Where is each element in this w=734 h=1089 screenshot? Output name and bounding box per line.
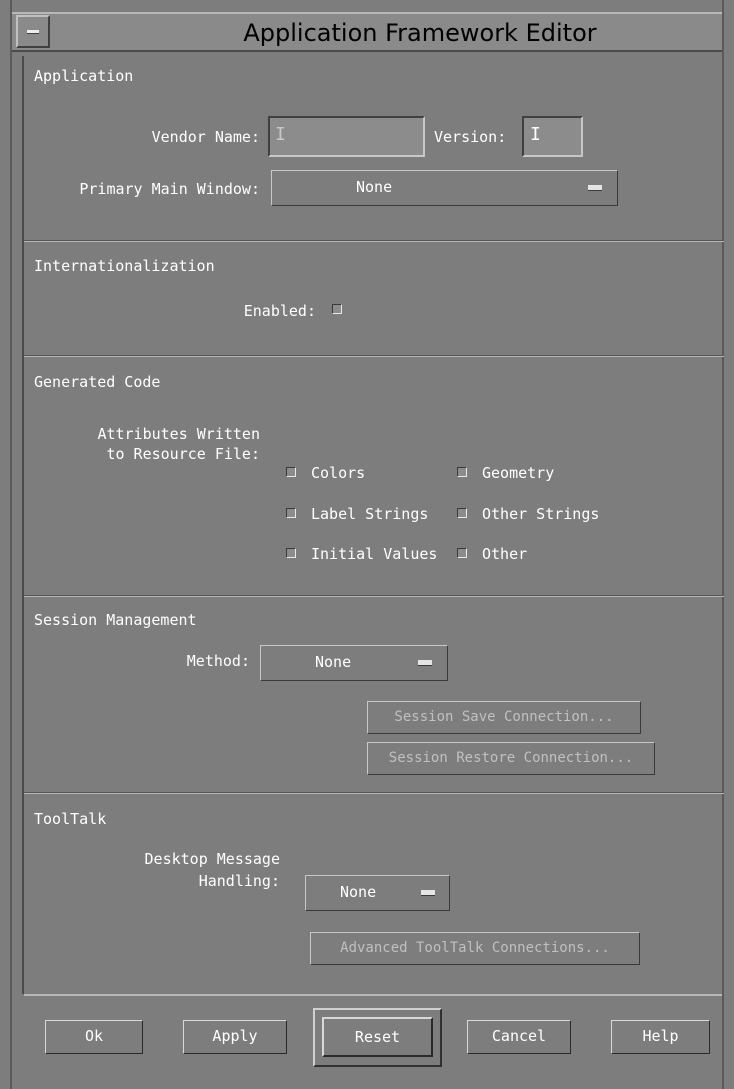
application-heading: Application <box>34 67 134 85</box>
session-save-connection-button[interactable]: Session Save Connection... <box>367 701 641 734</box>
option-menu-indicator-icon <box>421 890 435 896</box>
ok-button[interactable]: Ok <box>45 1020 143 1054</box>
attributes-label-line2: to Resource File: <box>106 445 260 463</box>
session-restore-connection-button[interactable]: Session Restore Connection... <box>367 742 655 775</box>
enabled-label: Enabled: <box>243 302 316 320</box>
label-strings-label: Label Strings <box>311 505 429 523</box>
section-divider <box>24 792 724 794</box>
help-button[interactable]: Help <box>611 1020 710 1054</box>
geometry-label: Geometry <box>482 464 555 482</box>
generated-code-heading: Generated Code <box>34 373 161 391</box>
version-label: Version: <box>434 128 507 146</box>
primary-main-window-value: None <box>356 178 393 196</box>
apply-button[interactable]: Apply <box>183 1020 287 1054</box>
section-divider <box>24 355 724 357</box>
primary-main-window-select[interactable]: None <box>271 170 618 206</box>
text-cursor-icon: I <box>275 124 286 145</box>
other-strings-label: Other Strings <box>482 505 600 523</box>
session-method-select[interactable]: None <box>260 645 448 681</box>
colors-label: Colors <box>311 464 366 482</box>
section-divider <box>24 595 724 597</box>
version-input[interactable]: I <box>522 116 583 157</box>
initial-values-label: Initial Values <box>311 545 438 563</box>
window-menu-button[interactable] <box>16 15 50 48</box>
cancel-button[interactable]: Cancel <box>467 1020 571 1054</box>
other-strings-checkbox[interactable] <box>457 508 467 518</box>
option-menu-indicator-icon <box>588 185 602 191</box>
vendor-name-label: Vendor Name: <box>151 128 260 146</box>
attributes-label-line1: Attributes Written <box>97 425 260 443</box>
method-label: Method: <box>186 652 250 670</box>
window-title: Application Framework Editor <box>243 19 597 47</box>
option-menu-indicator-icon <box>418 660 432 666</box>
desktop-message-label-line2: Handling: <box>198 872 280 890</box>
reset-button[interactable]: Reset <box>322 1017 433 1057</box>
desktop-message-handling-value: None <box>340 883 377 901</box>
window-menu-icon <box>27 30 39 34</box>
colors-checkbox[interactable] <box>286 467 296 477</box>
text-cursor-icon: I <box>530 124 541 145</box>
desktop-message-handling-select[interactable]: None <box>305 875 450 911</box>
tooltalk-heading: ToolTalk <box>34 810 107 828</box>
vendor-name-input[interactable]: I <box>268 116 425 157</box>
session-method-value: None <box>315 653 352 671</box>
geometry-checkbox[interactable] <box>457 467 467 477</box>
enabled-checkbox[interactable] <box>332 304 342 314</box>
other-label: Other <box>482 545 528 563</box>
desktop-message-label-line1: Desktop Message <box>144 850 280 868</box>
initial-values-checkbox[interactable] <box>286 548 296 558</box>
primary-main-window-label: Primary Main Window: <box>79 180 260 198</box>
session-management-heading: Session Management <box>34 611 197 629</box>
label-strings-checkbox[interactable] <box>286 508 296 518</box>
i18n-heading: Internationalization <box>34 257 215 275</box>
other-checkbox[interactable] <box>457 548 467 558</box>
advanced-tooltalk-connections-button[interactable]: Advanced ToolTalk Connections... <box>310 932 640 965</box>
section-divider <box>24 240 724 242</box>
